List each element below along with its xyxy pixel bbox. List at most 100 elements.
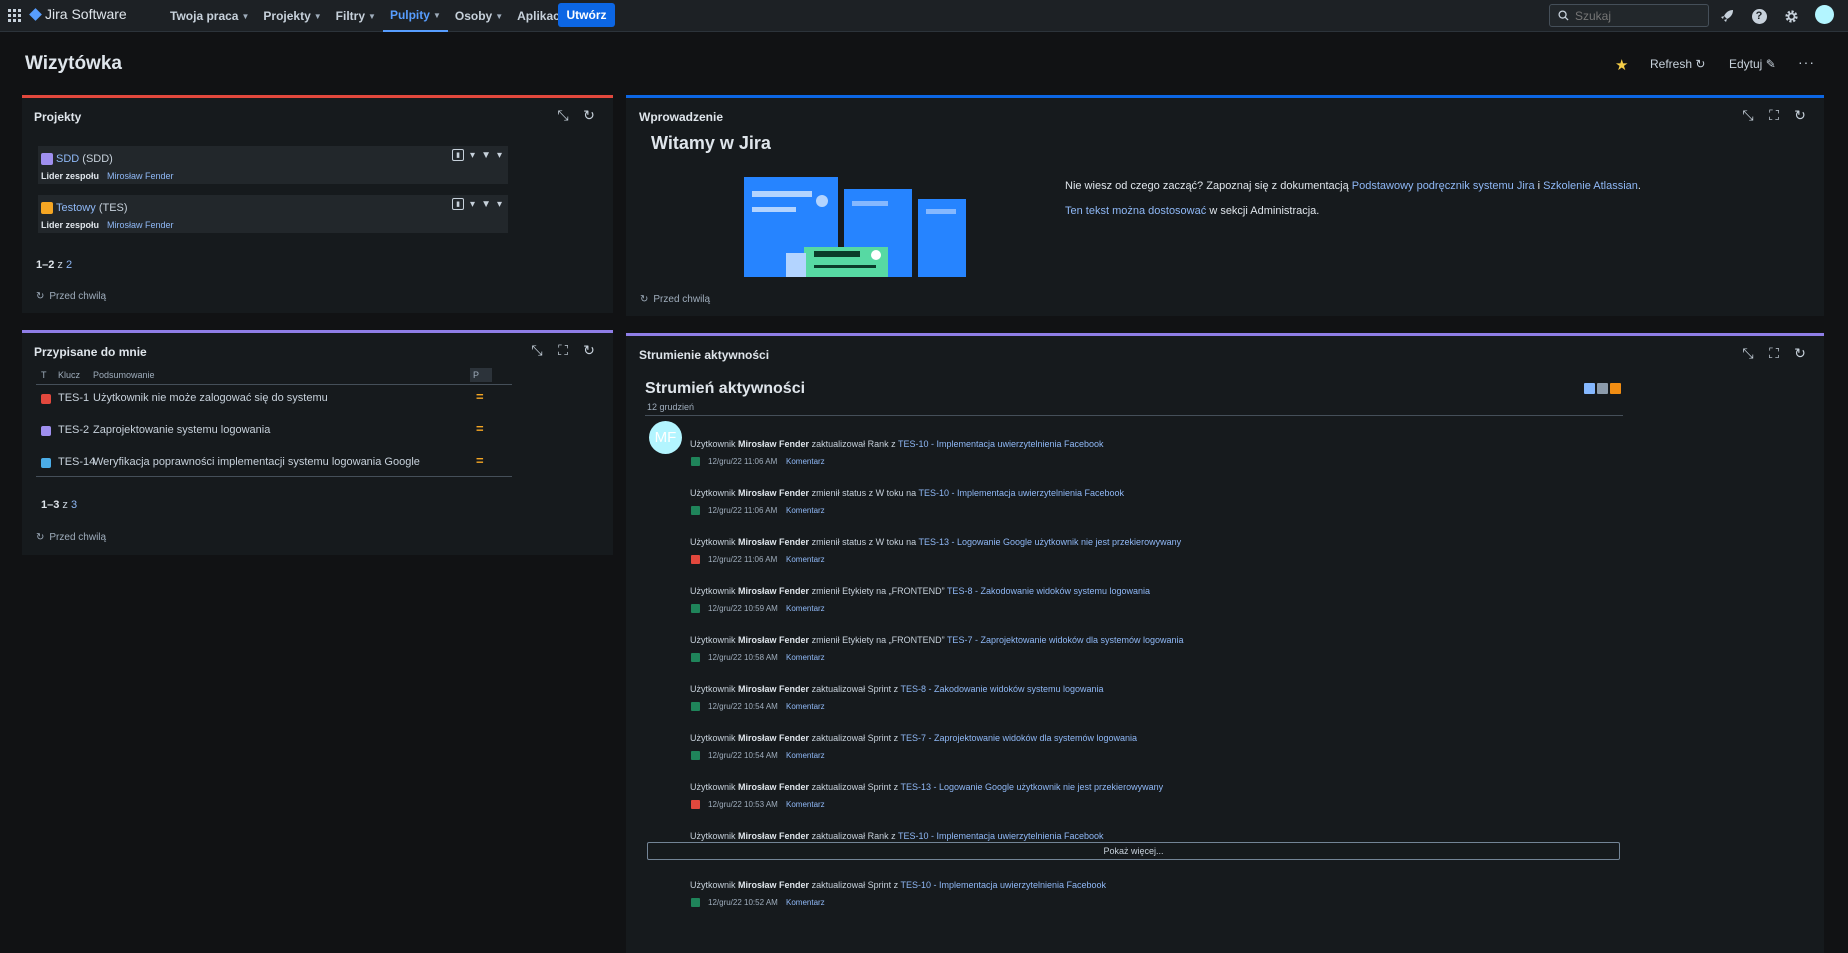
- activity-issue-link[interactable]: TES-10 - Implementacja uwierzytelnienia …: [918, 488, 1124, 498]
- activity-issue-link[interactable]: TES-13 - Logowanie Google użytkownik nie…: [918, 537, 1181, 547]
- nav-item-dashboards[interactable]: Pulpity ▼: [382, 0, 448, 32]
- table-row[interactable]: TES-2 Zaprojektowanie systemu logowania …: [36, 418, 512, 444]
- project-lead-link[interactable]: Mirosław Fender: [107, 171, 174, 181]
- star-icon[interactable]: ★: [1615, 56, 1628, 74]
- comment-link[interactable]: Komentarz: [786, 604, 825, 613]
- activity-issue-link[interactable]: TES-7 - Zaprojektowanie widoków dla syst…: [900, 733, 1137, 743]
- reports-icon[interactable]: ▮: [452, 149, 465, 161]
- column-header-priority[interactable]: P: [470, 368, 492, 382]
- comment-link[interactable]: Komentarz: [786, 555, 825, 564]
- refresh-icon[interactable]: ↻: [581, 107, 597, 124]
- activity-user-link[interactable]: Mirosław Fender: [738, 880, 809, 890]
- activity-user-link[interactable]: Mirosław Fender: [738, 439, 809, 449]
- refresh-icon[interactable]: ↻: [1792, 345, 1808, 362]
- create-button[interactable]: Utwórz: [558, 3, 615, 27]
- column-header-key[interactable]: Klucz: [58, 370, 80, 380]
- activity-user-link[interactable]: Mirosław Fender: [738, 733, 809, 743]
- comment-link[interactable]: Komentarz: [786, 800, 825, 809]
- comment-link[interactable]: Komentarz: [786, 506, 825, 515]
- issue-summary-link[interactable]: Weryfikacja poprawności implementacji sy…: [93, 456, 420, 468]
- issue-summary-link[interactable]: Zaprojektowanie systemu logowania: [93, 424, 270, 436]
- help-icon[interactable]: ?: [1750, 7, 1768, 25]
- chevron-down-icon[interactable]: ▾: [497, 199, 502, 210]
- rss-feed-icon[interactable]: [1610, 383, 1621, 394]
- table-view-icon[interactable]: [1597, 383, 1608, 394]
- maximize-icon[interactable]: ⛶: [1766, 345, 1782, 362]
- activity-user-link[interactable]: Mirosław Fender: [738, 586, 809, 596]
- project-link[interactable]: SDD: [56, 153, 79, 165]
- project-link[interactable]: Testowy: [56, 202, 96, 214]
- pager-total-link[interactable]: 2: [66, 259, 72, 271]
- edit-button[interactable]: Edytuj ✎: [1729, 57, 1776, 71]
- issue-key-link[interactable]: TES-2: [58, 424, 89, 436]
- refresh-icon[interactable]: ↻: [1792, 107, 1808, 124]
- activity-user-link[interactable]: Mirosław Fender: [738, 488, 809, 498]
- activity-issue-link[interactable]: TES-10 - Implementacja uwierzytelnienia …: [898, 831, 1104, 841]
- issue-key-link[interactable]: TES-1: [58, 392, 89, 404]
- minimize-icon[interactable]: ⤡: [529, 342, 545, 359]
- list-view-icon[interactable]: [1584, 383, 1595, 394]
- show-more-button[interactable]: Pokaż więcej...: [647, 842, 1620, 860]
- refresh-icon[interactable]: ↻: [36, 291, 44, 302]
- user-avatar[interactable]: MF: [649, 421, 682, 454]
- nav-item-your-work[interactable]: Twoja praca ▼: [163, 0, 256, 32]
- nav-item-projects[interactable]: Projekty ▼: [256, 0, 328, 32]
- settings-gear-icon[interactable]: [1782, 7, 1800, 25]
- activity-issue-link[interactable]: TES-8 - Zakodowanie widoków systemu logo…: [947, 586, 1150, 596]
- minimize-icon[interactable]: ⤡: [555, 107, 571, 124]
- activity-issue-link[interactable]: TES-10 - Implementacja uwierzytelnienia …: [898, 439, 1104, 449]
- refresh-icon[interactable]: ↻: [581, 342, 597, 359]
- pager-of: z: [57, 259, 63, 271]
- chevron-down-icon[interactable]: ▾: [470, 150, 475, 161]
- comment-link[interactable]: Komentarz: [786, 702, 825, 711]
- refresh-icon[interactable]: ↻: [36, 532, 44, 543]
- comment-link[interactable]: Komentarz: [786, 457, 825, 466]
- activity-user-link[interactable]: Mirosław Fender: [738, 782, 809, 792]
- activity-user-link[interactable]: Mirosław Fender: [738, 684, 809, 694]
- activity-timestamp: 12/gru/22 10:58 AM: [708, 653, 778, 662]
- more-actions-button[interactable]: ···: [1798, 54, 1815, 70]
- activity-timestamp: 12/gru/22 10:53 AM: [708, 800, 778, 809]
- refresh-button[interactable]: Refresh ↻: [1650, 57, 1705, 71]
- issue-summary-link[interactable]: Użytkownik nie może zalogować się do sys…: [93, 392, 328, 404]
- minimize-icon[interactable]: ⤡: [1740, 107, 1756, 124]
- product-logo[interactable]: Jira Software: [29, 6, 127, 22]
- comment-link[interactable]: Komentarz: [786, 653, 825, 662]
- activity-issue-link[interactable]: TES-13 - Logowanie Google użytkownik nie…: [900, 782, 1163, 792]
- filter-icon[interactable]: ▼: [481, 150, 491, 161]
- maximize-icon[interactable]: ⛶: [1766, 107, 1782, 124]
- table-row[interactable]: TES-14 Weryfikacja poprawności implement…: [36, 450, 512, 477]
- pager-total-link[interactable]: 3: [71, 499, 77, 511]
- activity-issue-link[interactable]: TES-7 - Zaprojektowanie widoków dla syst…: [947, 635, 1184, 645]
- minimize-icon[interactable]: ⤡: [1740, 345, 1756, 362]
- table-row[interactable]: TES-1 Użytkownik nie może zalogować się …: [36, 386, 512, 412]
- reports-icon[interactable]: ▮: [452, 198, 465, 210]
- activity-user-link[interactable]: Mirosław Fender: [738, 831, 809, 841]
- activity-issue-link[interactable]: TES-8 - Zakodowanie widoków systemu logo…: [900, 684, 1103, 694]
- comment-link[interactable]: Komentarz: [786, 751, 825, 760]
- refresh-icon[interactable]: ↻: [640, 294, 648, 305]
- issue-key-link[interactable]: TES-14: [58, 456, 95, 468]
- activity-prefix: Użytkownik: [690, 684, 736, 694]
- filter-icon[interactable]: ▼: [481, 199, 491, 210]
- maximize-icon[interactable]: ⛶: [555, 342, 571, 359]
- search-input[interactable]: [1575, 8, 1695, 23]
- column-header-summary[interactable]: Podsumowanie: [93, 370, 155, 380]
- user-avatar[interactable]: [1815, 5, 1834, 24]
- activity-user-link[interactable]: Mirosław Fender: [738, 635, 809, 645]
- search-box[interactable]: [1549, 4, 1709, 27]
- customize-text-link[interactable]: Ten tekst można dostosować: [1065, 205, 1206, 217]
- activity-issue-link[interactable]: TES-10 - Implementacja uwierzytelnienia …: [900, 880, 1106, 890]
- activity-user-link[interactable]: Mirosław Fender: [738, 537, 809, 547]
- atlassian-training-link[interactable]: Szkolenie Atlassian: [1543, 180, 1638, 192]
- notifications-rocket-icon[interactable]: [1718, 7, 1736, 25]
- project-lead-link[interactable]: Mirosław Fender: [107, 220, 174, 230]
- chevron-down-icon[interactable]: ▾: [470, 199, 475, 210]
- nav-item-people[interactable]: Osoby ▼: [448, 0, 510, 32]
- chevron-down-icon[interactable]: ▾: [497, 150, 502, 161]
- nav-item-filters[interactable]: Filtry ▼: [329, 0, 383, 32]
- app-switcher-icon[interactable]: [8, 9, 21, 22]
- column-header-type[interactable]: T: [41, 370, 47, 380]
- comment-link[interactable]: Komentarz: [786, 898, 825, 907]
- jira-guide-link[interactable]: Podstawowy podręcznik systemu Jira: [1352, 180, 1535, 192]
